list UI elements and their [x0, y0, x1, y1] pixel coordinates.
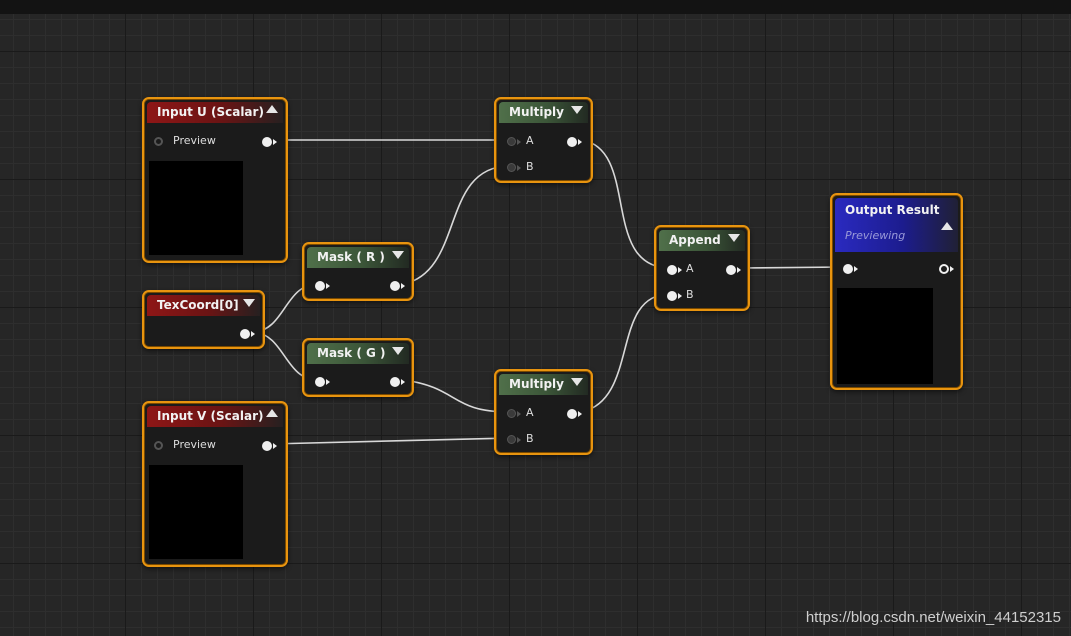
triangle-up-icon[interactable]: [941, 222, 953, 230]
pin-arrow-icon: [854, 266, 858, 272]
wire-multiply-bottom-to-append-b: [581, 293, 671, 413]
pin-arrow-icon: [401, 379, 405, 385]
preview-toggle-pin[interactable]: [154, 137, 163, 146]
node-title-input-u: Input U (Scalar): [147, 102, 283, 123]
pin-arrow-icon: [678, 293, 682, 299]
node-input-u[interactable]: Input U (Scalar) Preview: [142, 97, 288, 263]
output-pin[interactable]: [390, 377, 400, 387]
triangle-down-icon[interactable]: [392, 251, 404, 259]
output-pin[interactable]: [567, 409, 577, 419]
input-pin[interactable]: [843, 264, 853, 274]
pin-label-a: A: [526, 406, 534, 419]
node-input-v[interactable]: Input V (Scalar) Preview: [142, 401, 288, 567]
pin-label-a: A: [686, 262, 694, 275]
pin-arrow-icon: [517, 411, 521, 417]
pin-arrow-icon: [578, 411, 582, 417]
output-pin[interactable]: [240, 329, 250, 339]
input-pin-a[interactable]: [507, 137, 516, 146]
pin-arrow-icon: [326, 379, 330, 385]
pin-label-preview: Preview: [173, 438, 216, 451]
pin-arrow-icon: [401, 283, 405, 289]
triangle-down-icon[interactable]: [392, 347, 404, 355]
triangle-down-icon[interactable]: [243, 299, 255, 307]
pin-label-preview: Preview: [173, 134, 216, 147]
pin-arrow-icon: [326, 283, 330, 289]
pin-arrow-icon: [737, 267, 741, 273]
pin-arrow-icon: [950, 266, 954, 272]
pin-arrow-icon: [273, 139, 277, 145]
node-append[interactable]: Append A B: [654, 225, 750, 311]
pin-label-b: B: [526, 160, 534, 173]
pin-label-b: B: [686, 288, 694, 301]
triangle-down-icon[interactable]: [728, 234, 740, 242]
pin-arrow-icon: [517, 437, 521, 443]
preview-thumbnail: [149, 465, 243, 559]
node-title-output: Output Result: [845, 203, 940, 217]
pin-arrow-icon: [517, 165, 521, 171]
pin-arrow-icon: [251, 331, 255, 337]
output-pin[interactable]: [726, 265, 736, 275]
triangle-up-icon[interactable]: [266, 409, 278, 417]
output-pin[interactable]: [939, 264, 949, 274]
input-pin-a[interactable]: [667, 265, 677, 275]
pin-label-b: B: [526, 432, 534, 445]
preview-thumbnail: [149, 161, 243, 255]
watermark-url: https://blog.csdn.net/weixin_44152315: [805, 609, 1061, 626]
input-pin[interactable]: [315, 281, 325, 291]
input-pin-a[interactable]: [507, 409, 516, 418]
pin-arrow-icon: [578, 139, 582, 145]
pin-arrow-icon: [678, 267, 682, 273]
input-pin-b[interactable]: [507, 435, 516, 444]
wire-inputv-to-multiply-b: [269, 437, 511, 445]
triangle-up-icon[interactable]: [266, 105, 278, 113]
input-pin-b[interactable]: [667, 291, 677, 301]
node-mask-r[interactable]: Mask ( R ): [302, 242, 414, 301]
input-pin-b[interactable]: [507, 163, 516, 172]
output-pin[interactable]: [567, 137, 577, 147]
output-pin[interactable]: [262, 441, 272, 451]
node-title-input-v: Input V (Scalar): [147, 406, 283, 427]
triangle-down-icon[interactable]: [571, 106, 583, 114]
wire-maskr-to-multiply-b: [403, 165, 511, 285]
node-multiply-top[interactable]: Multiply A B: [494, 97, 593, 183]
preview-toggle-pin[interactable]: [154, 441, 163, 450]
pin-label-a: A: [526, 134, 534, 147]
node-multiply-bottom[interactable]: Multiply A B: [494, 369, 593, 455]
node-texcoord[interactable]: TexCoord[0]: [142, 290, 265, 349]
output-pin[interactable]: [390, 281, 400, 291]
triangle-down-icon[interactable]: [571, 378, 583, 386]
preview-thumbnail: [837, 288, 933, 384]
node-header-output: Output Result Previewing: [835, 198, 958, 252]
node-output-result[interactable]: Output Result Previewing: [830, 193, 963, 390]
pin-arrow-icon: [273, 443, 277, 449]
node-mask-g[interactable]: Mask ( G ): [302, 338, 414, 397]
output-pin[interactable]: [262, 137, 272, 147]
pin-arrow-icon: [517, 139, 521, 145]
input-pin[interactable]: [315, 377, 325, 387]
